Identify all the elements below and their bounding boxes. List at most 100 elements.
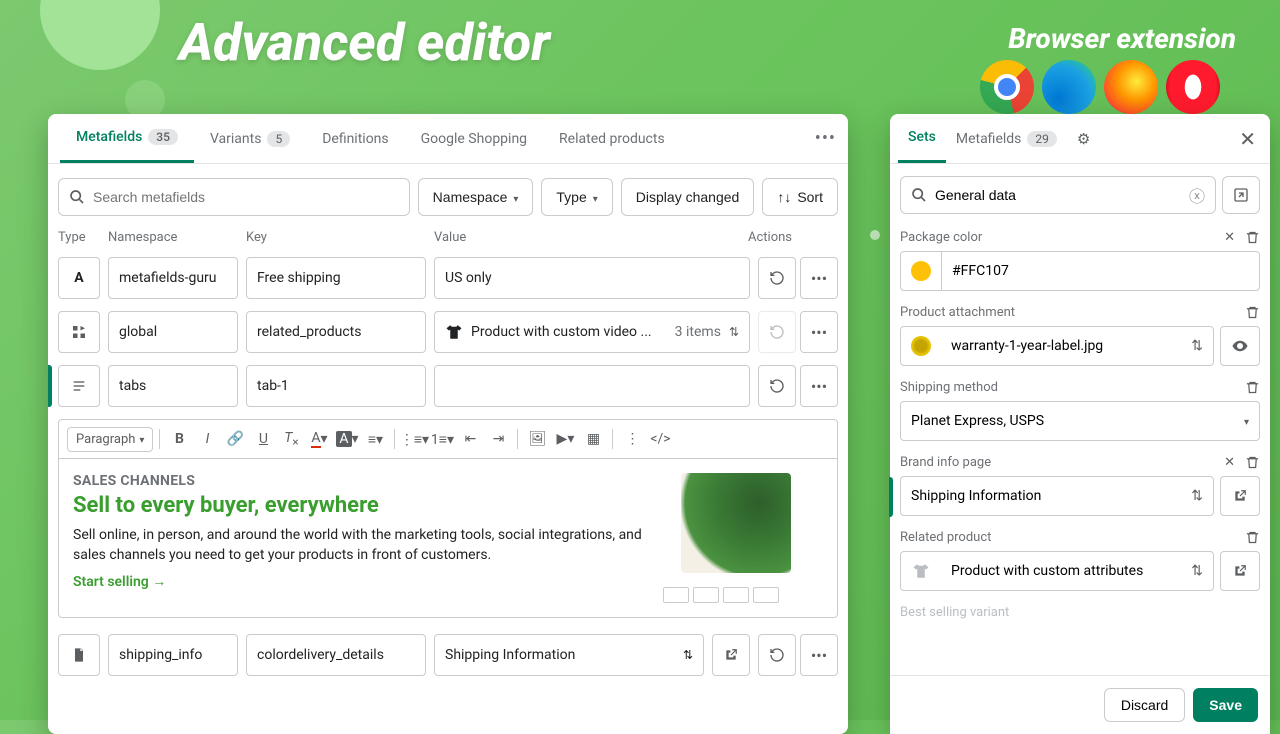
bullet-list-button[interactable]: ⋮≡▾ xyxy=(401,426,427,452)
discard-button[interactable]: Discard xyxy=(1104,688,1185,722)
italic-button[interactable]: I xyxy=(194,426,220,452)
type-icon-richtext xyxy=(58,365,100,407)
trash-icon[interactable] xyxy=(1245,530,1260,545)
clear-format-button[interactable]: T× xyxy=(278,426,304,452)
shipping-select[interactable]: Planet Express, USPS xyxy=(900,401,1260,441)
expand-icon[interactable] xyxy=(1222,176,1260,214)
key-input[interactable]: tab-1 xyxy=(246,365,426,407)
undo-button[interactable] xyxy=(758,634,796,676)
trash-icon[interactable] xyxy=(1245,230,1260,245)
tab-google-shopping[interactable]: Google Shopping xyxy=(405,114,543,163)
rte-cta-link[interactable]: Start selling → xyxy=(73,573,651,590)
rte-toolbar: Paragraph B I 🔗 U T× A▾ A▾ ≡▾ ⋮≡▾ 1≡▾ ⇤ … xyxy=(58,419,838,459)
tab-count: 5 xyxy=(267,131,290,147)
namespace-input[interactable]: global xyxy=(108,311,238,353)
open-external-button[interactable] xyxy=(712,634,750,676)
search-input[interactable] xyxy=(93,189,399,205)
preview-icon[interactable] xyxy=(1220,326,1260,366)
display-changed-button[interactable]: Display changed xyxy=(621,178,755,216)
trash-icon[interactable] xyxy=(1245,380,1260,395)
row-more-button[interactable]: ••• xyxy=(800,311,838,353)
tab-definitions[interactable]: Definitions xyxy=(306,114,404,163)
col-type: Type xyxy=(58,230,100,245)
file-name: warranty-1-year-label.jpg xyxy=(941,338,1191,354)
rte-block-label: Paragraph xyxy=(76,432,135,447)
tab-label: Metafields xyxy=(956,131,1022,147)
row-more-button[interactable]: ••• xyxy=(800,257,838,299)
namespace-input[interactable]: tabs xyxy=(108,365,238,407)
rte-heading-small: SALES CHANNELS xyxy=(73,473,651,489)
key-input[interactable]: related_products xyxy=(246,311,426,353)
tab-sets[interactable]: Sets xyxy=(898,114,946,163)
color-input[interactable]: #FFC107 xyxy=(900,251,1260,291)
link-button[interactable]: 🔗 xyxy=(222,426,248,452)
open-external-icon[interactable] xyxy=(1220,476,1260,516)
bold-button[interactable]: B xyxy=(166,426,192,452)
highlight-button[interactable]: A▾ xyxy=(334,426,360,452)
search-icon xyxy=(911,187,927,203)
outdent-button[interactable]: ⇤ xyxy=(457,426,483,452)
color-value[interactable]: #FFC107 xyxy=(942,263,1259,279)
firefox-icon xyxy=(1104,60,1158,114)
field-label: Shipping method xyxy=(900,380,1235,395)
save-button[interactable]: Save xyxy=(1193,688,1258,722)
namespace-filter[interactable]: Namespace xyxy=(418,178,534,216)
filter-label: Type xyxy=(556,189,586,205)
align-button[interactable]: ≡▾ xyxy=(362,426,388,452)
key-input[interactable]: Free shipping xyxy=(246,257,426,299)
rte-block-select[interactable]: Paragraph xyxy=(67,427,153,452)
close-icon[interactable]: ✕ xyxy=(1233,121,1262,157)
clear-icon[interactable]: ⓧ xyxy=(1189,183,1205,207)
open-external-icon[interactable] xyxy=(1220,551,1260,591)
tab-variants[interactable]: Variants5 xyxy=(194,114,306,163)
tab-metafields[interactable]: Metafields35 xyxy=(60,114,194,163)
ext-search-input[interactable] xyxy=(935,187,1189,203)
select-icon: ⇅ xyxy=(729,325,739,339)
table-button[interactable]: ▦ xyxy=(580,426,606,452)
value-label: Shipping Information xyxy=(445,647,675,663)
brand-select[interactable]: Shipping Information ⇅ xyxy=(900,476,1214,516)
file-thumb-icon xyxy=(911,336,931,356)
rte-more-button[interactable]: ⋮ xyxy=(619,426,645,452)
tab-count: 35 xyxy=(148,129,178,145)
value-select[interactable]: Shipping Information⇅ xyxy=(434,634,704,676)
trash-icon[interactable] xyxy=(1245,305,1260,320)
tab-ext-metafields[interactable]: Metafields29 xyxy=(946,114,1067,163)
type-icon-text: A xyxy=(58,257,100,299)
row-more-button[interactable]: ••• xyxy=(800,634,838,676)
text-color-button[interactable]: A▾ xyxy=(306,426,332,452)
sort-button[interactable]: ↑↓Sort xyxy=(762,178,838,216)
image-button[interactable]: 🖼 xyxy=(524,426,550,452)
search-icon xyxy=(69,189,85,205)
namespace-input[interactable]: shipping_info xyxy=(108,634,238,676)
trash-icon[interactable] xyxy=(1245,455,1260,470)
value-input[interactable]: US only xyxy=(434,257,750,299)
value-input[interactable] xyxy=(434,365,750,407)
tabs-more-icon[interactable]: ••• xyxy=(815,128,836,149)
key-input[interactable]: colordelivery_details xyxy=(246,634,426,676)
undo-button[interactable] xyxy=(758,365,796,407)
chevron-down-icon xyxy=(513,189,518,205)
field-label: Related product xyxy=(900,530,1235,545)
remove-icon[interactable]: ✕ xyxy=(1224,455,1235,470)
undo-button[interactable] xyxy=(758,257,796,299)
numbered-list-button[interactable]: 1≡▾ xyxy=(429,426,455,452)
value-select[interactable]: Product with custom video ... 3 items ⇅ xyxy=(434,311,750,353)
row-more-button[interactable]: ••• xyxy=(800,365,838,407)
indent-button[interactable]: ⇥ xyxy=(485,426,511,452)
hero-title: Advanced editor xyxy=(179,12,550,73)
rte-editor[interactable]: SALES CHANNELS Sell to every buyer, ever… xyxy=(58,459,838,618)
product-select[interactable]: Product with custom attributes ⇅ xyxy=(900,551,1214,591)
field-label: Package color xyxy=(900,230,1214,245)
video-button[interactable]: ▶▾ xyxy=(552,426,578,452)
ext-search[interactable]: ⓧ xyxy=(900,176,1216,214)
code-view-button[interactable]: </> xyxy=(647,426,673,452)
namespace-input[interactable]: metafields-guru xyxy=(108,257,238,299)
underline-button[interactable]: U xyxy=(250,426,276,452)
tab-related-products[interactable]: Related products xyxy=(543,114,681,163)
settings-icon[interactable]: ⚙ xyxy=(1067,124,1100,154)
type-filter[interactable]: Type xyxy=(541,178,612,216)
search-metafields[interactable] xyxy=(58,178,410,216)
file-select[interactable]: warranty-1-year-label.jpg ⇅ xyxy=(900,326,1214,366)
remove-icon[interactable]: ✕ xyxy=(1224,230,1235,245)
